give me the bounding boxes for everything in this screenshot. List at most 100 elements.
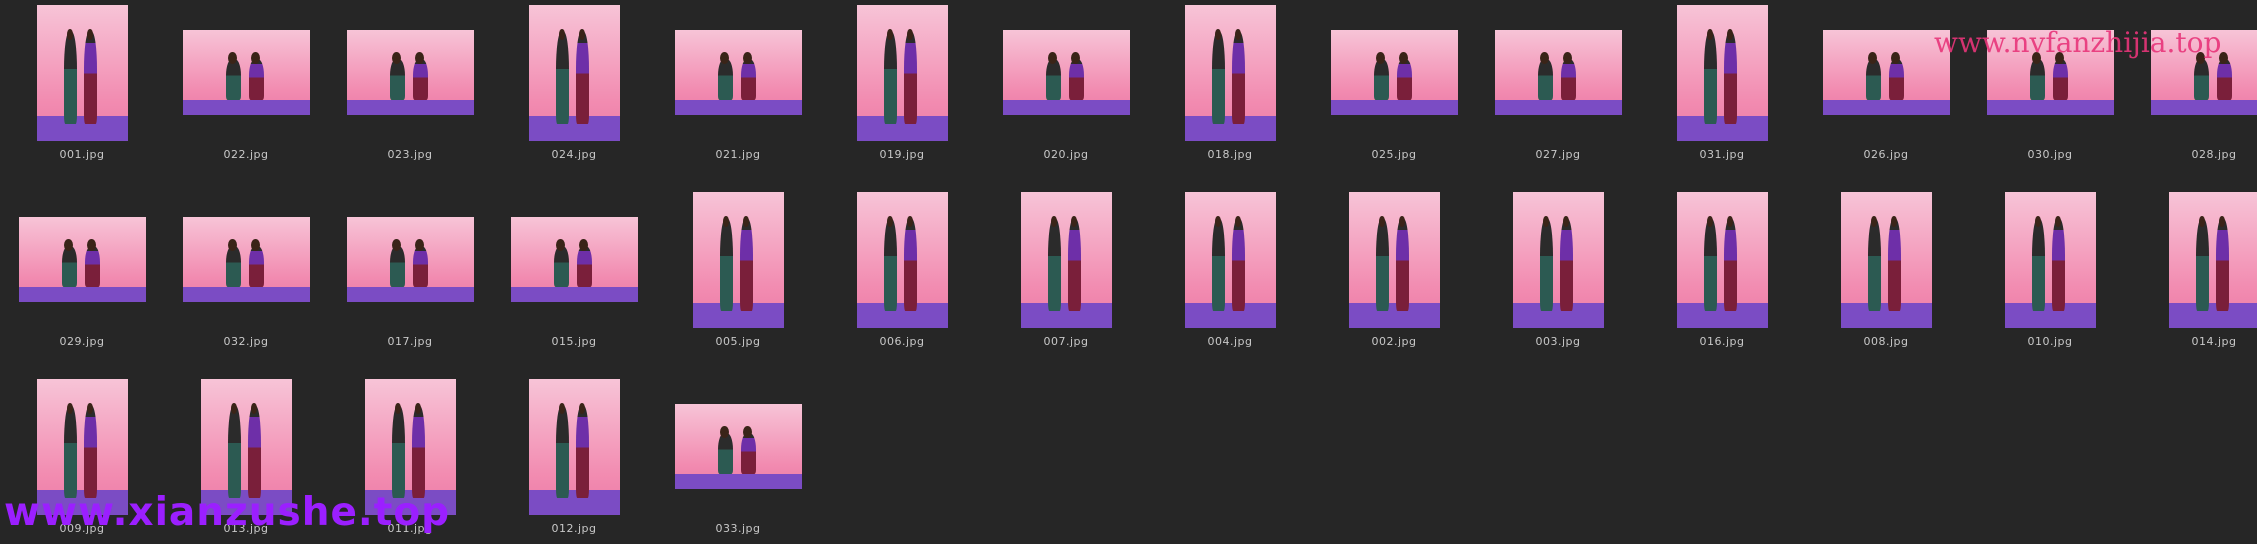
figure-head (231, 403, 236, 414)
thumbnail-frame (492, 0, 656, 145)
thumbnail-image[interactable] (1185, 192, 1276, 328)
figure-shape (884, 32, 897, 124)
thumbnail-item[interactable]: 018.jpg (1148, 0, 1312, 170)
figure-shape (226, 59, 241, 100)
thumbnail-filename: 022.jpg (164, 148, 328, 161)
thumbnail-image[interactable] (19, 217, 146, 302)
thumbnail-item[interactable]: 010.jpg (1968, 187, 2132, 357)
figure-head (228, 239, 237, 251)
thumbnail-item[interactable]: 015.jpg (492, 187, 656, 357)
thumbnail-item[interactable]: 025.jpg (1312, 0, 1476, 170)
thumbnail-item[interactable]: 020.jpg (984, 0, 1148, 170)
thumbnail-item[interactable]: 023.jpg (328, 0, 492, 170)
thumbnail-image[interactable] (857, 5, 948, 141)
figure-head (887, 29, 892, 40)
thumbnail-image[interactable] (1021, 192, 1112, 328)
watermark-bottom-left: www.xianzushe.top (4, 490, 450, 535)
watermark-top-right: www.nvfanzhijia.top (1934, 26, 2221, 59)
thumbnail-image[interactable] (1495, 30, 1622, 115)
thumbnail-item[interactable]: 001.jpg (0, 0, 164, 170)
thumbnail-image[interactable] (347, 30, 474, 115)
thumbnail-image[interactable] (675, 30, 802, 115)
floor-area (511, 287, 638, 302)
thumbnail-frame (1148, 187, 1312, 332)
thumbnail-item[interactable]: 014.jpg (2132, 187, 2257, 357)
thumbnail-item[interactable]: 019.jpg (820, 0, 984, 170)
thumbnail-item[interactable]: 031.jpg (1640, 0, 1804, 170)
thumbnail-frame (1476, 0, 1640, 145)
thumbnail-frame (2132, 187, 2257, 332)
thumbnail-item[interactable]: 021.jpg (656, 0, 820, 170)
thumbnail-filename: 026.jpg (1804, 148, 1968, 161)
thumbnail-item[interactable]: 006.jpg (820, 187, 984, 357)
figure-shape (1396, 219, 1409, 311)
thumbnail-image[interactable] (1349, 192, 1440, 328)
thumbnail-image[interactable] (1677, 5, 1768, 141)
thumbnail-item[interactable]: 004.jpg (1148, 187, 1312, 357)
thumbnail-item[interactable]: 033.jpg (656, 374, 820, 544)
thumbnail-item[interactable]: 003.jpg (1476, 187, 1640, 357)
figure-head (743, 426, 752, 438)
thumbnail-image[interactable] (1823, 30, 1950, 115)
thumbnail-frame (984, 187, 1148, 332)
thumbnail-frame (492, 374, 656, 519)
thumbnail-frame (1640, 0, 1804, 145)
thumbnail-image[interactable] (1331, 30, 1458, 115)
figure-head (1215, 216, 1220, 227)
thumbnail-image[interactable] (2005, 192, 2096, 328)
thumbnail-item[interactable]: 017.jpg (328, 187, 492, 357)
thumbnail-image[interactable] (183, 217, 310, 302)
figure-head (1543, 216, 1548, 227)
thumbnail-frame (1804, 0, 1968, 145)
thumbnail-image[interactable] (1185, 5, 1276, 141)
figure-head (251, 403, 256, 414)
thumbnail-image[interactable] (1677, 192, 1768, 328)
thumbnail-image[interactable] (511, 217, 638, 302)
floor-area (529, 490, 620, 514)
figure-shape (1866, 59, 1881, 100)
thumbnail-image[interactable] (1003, 30, 1130, 115)
figure-shape (1724, 32, 1737, 124)
thumbnail-image[interactable] (857, 192, 948, 328)
floor-area (693, 303, 784, 327)
thumbnail-image[interactable] (183, 30, 310, 115)
thumbnail-image[interactable] (693, 192, 784, 328)
thumbnail-item[interactable]: 027.jpg (1476, 0, 1640, 170)
thumbnail-item[interactable]: 012.jpg (492, 374, 656, 544)
figure-shape (556, 406, 569, 498)
thumbnail-image[interactable] (529, 379, 620, 515)
thumbnail-item[interactable]: 005.jpg (656, 187, 820, 357)
figure-head (87, 239, 96, 251)
thumbnail-item[interactable]: 022.jpg (164, 0, 328, 170)
figure-shape (884, 219, 897, 311)
figure-head (67, 403, 72, 414)
thumbnail-filename: 010.jpg (1968, 335, 2132, 348)
thumbnail-item[interactable]: 016.jpg (1640, 187, 1804, 357)
thumbnail-image[interactable] (529, 5, 620, 141)
thumbnail-filename: 029.jpg (0, 335, 164, 348)
thumbnail-item[interactable]: 024.jpg (492, 0, 656, 170)
figure-shape (2053, 59, 2068, 100)
thumbnail-image[interactable] (1841, 192, 1932, 328)
figure-shape (1704, 219, 1717, 311)
figure-head (1563, 216, 1568, 227)
figure-head (1048, 52, 1057, 64)
thumbnail-image[interactable] (347, 217, 474, 302)
figure-shape (1888, 219, 1901, 311)
thumbnail-frame (0, 0, 164, 145)
thumbnail-image[interactable] (1513, 192, 1604, 328)
thumbnail-item[interactable]: 002.jpg (1312, 187, 1476, 357)
thumbnail-item[interactable]: 007.jpg (984, 187, 1148, 357)
thumbnail-item[interactable]: 008.jpg (1804, 187, 1968, 357)
figure-head (556, 239, 565, 251)
thumbnail-image[interactable] (37, 5, 128, 141)
floor-area (347, 287, 474, 302)
figure-shape (390, 59, 405, 100)
figure-shape (2032, 219, 2045, 311)
thumbnail-item[interactable]: 032.jpg (164, 187, 328, 357)
thumbnail-item[interactable]: 029.jpg (0, 187, 164, 357)
thumbnail-image[interactable] (2169, 192, 2257, 328)
figure-shape (1704, 32, 1717, 124)
thumbnail-image[interactable] (675, 404, 802, 489)
figure-head (1727, 216, 1732, 227)
